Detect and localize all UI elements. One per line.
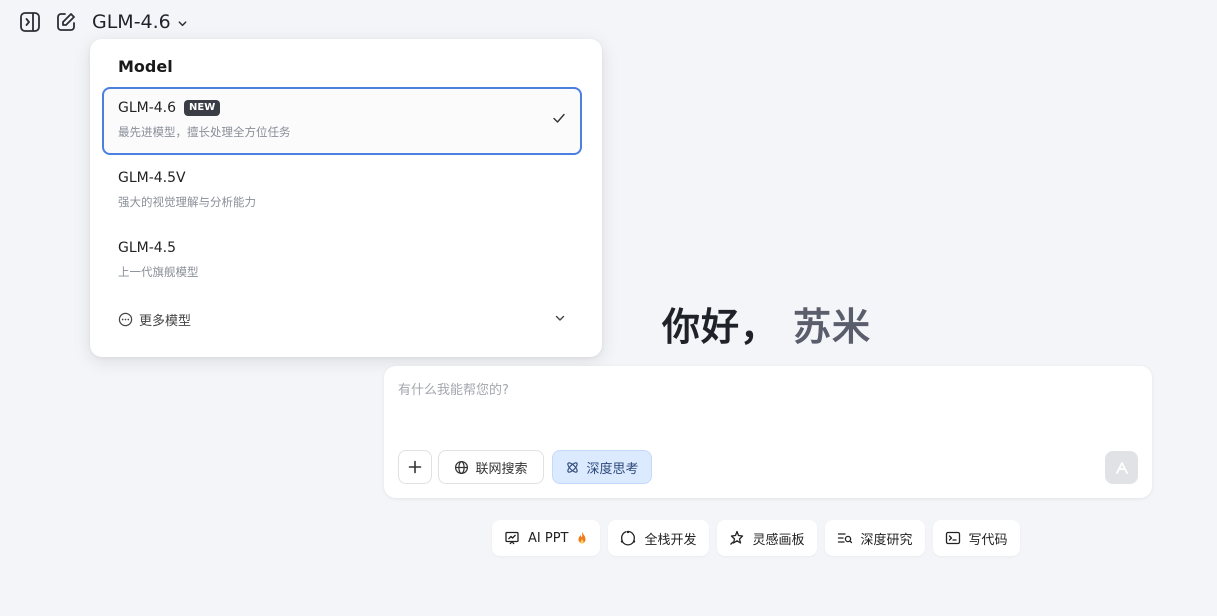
- model-option-glm-4-6[interactable]: GLM-4.6 NEW 最先进模型，擅长处理全方位任务: [102, 87, 582, 155]
- more-models-label: 更多模型: [139, 313, 192, 329]
- top-bar: GLM-4.6: [18, 8, 188, 36]
- presentation-icon: [505, 531, 519, 545]
- chip-label: 写代码: [968, 532, 1008, 548]
- globe-icon: [455, 460, 469, 474]
- model-option-glm-4-5[interactable]: GLM-4.5 上一代旗舰模型: [102, 227, 582, 295]
- new-badge: NEW: [184, 100, 221, 116]
- plus-icon: [408, 460, 422, 474]
- attach-button[interactable]: [398, 450, 432, 484]
- more-dots-icon: [118, 312, 133, 327]
- quick-action-ai-ppt[interactable]: AI PPT: [492, 520, 601, 556]
- model-selector-button[interactable]: GLM-4.6: [92, 11, 188, 33]
- chip-label: 全栈开发: [644, 532, 697, 548]
- deep-think-toggle[interactable]: 深度思考: [552, 450, 652, 484]
- quick-action-write-code[interactable]: 写代码: [932, 520, 1020, 556]
- chip-label: 深度研究: [860, 532, 913, 548]
- quick-action-deep-research[interactable]: 深度研究: [824, 520, 925, 556]
- quick-action-inspiration-board[interactable]: 灵感画板: [716, 520, 817, 556]
- model-option-name: GLM-4.6: [118, 100, 177, 116]
- more-models-button[interactable]: 更多模型: [118, 309, 566, 329]
- fullstack-icon: [621, 530, 636, 546]
- greeting-user-name: 苏米: [793, 305, 872, 349]
- send-arrow-icon: [1115, 461, 1128, 474]
- atom-icon: [567, 461, 579, 473]
- fire-icon: [578, 531, 586, 544]
- greeting-hello: 你好，: [662, 305, 780, 349]
- deep-think-label: 深度思考: [586, 461, 639, 477]
- chip-label: 灵感画板: [752, 532, 805, 548]
- dropdown-title: Model: [118, 57, 173, 76]
- send-button[interactable]: [1105, 451, 1138, 484]
- sparkle-board-icon: [729, 530, 743, 545]
- model-option-desc: 上一代旗舰模型: [118, 265, 199, 279]
- check-icon: [553, 113, 565, 123]
- model-option-name: GLM-4.5V: [118, 170, 186, 186]
- model-option-desc: 强大的视觉理解与分析能力: [118, 195, 256, 209]
- quick-action-fullstack[interactable]: 全栈开发: [608, 520, 709, 556]
- model-option-name: GLM-4.5: [118, 240, 177, 256]
- greeting-heading: 你好， 苏米: [662, 296, 871, 351]
- quick-actions: AI PPT 全栈开发 灵感画板 深度研究 写代码: [492, 520, 1020, 556]
- web-search-label: 联网搜索: [475, 461, 528, 477]
- chat-composer[interactable]: 有什么我能帮您的? 联网搜索 深度思考: [384, 366, 1152, 498]
- sidebar-toggle-icon[interactable]: [18, 10, 42, 34]
- model-dropdown: Model GLM-4.6 NEW 最先进模型，擅长处理全方位任务 GLM-4.…: [90, 39, 602, 357]
- chip-label: AI PPT: [528, 530, 569, 546]
- terminal-icon: [945, 531, 960, 545]
- chevron-down-icon: [178, 20, 187, 26]
- model-option-glm-4-5v[interactable]: GLM-4.5V 强大的视觉理解与分析能力: [102, 157, 582, 225]
- web-search-button[interactable]: 联网搜索: [438, 450, 544, 484]
- current-model-label: GLM-4.6: [92, 11, 171, 33]
- composer-input[interactable]: 有什么我能帮您的?: [398, 379, 509, 398]
- model-option-desc: 最先进模型，擅长处理全方位任务: [118, 125, 291, 139]
- research-icon: [837, 533, 852, 544]
- new-chat-edit-icon[interactable]: [54, 10, 78, 34]
- chevron-down-icon: [555, 315, 565, 321]
